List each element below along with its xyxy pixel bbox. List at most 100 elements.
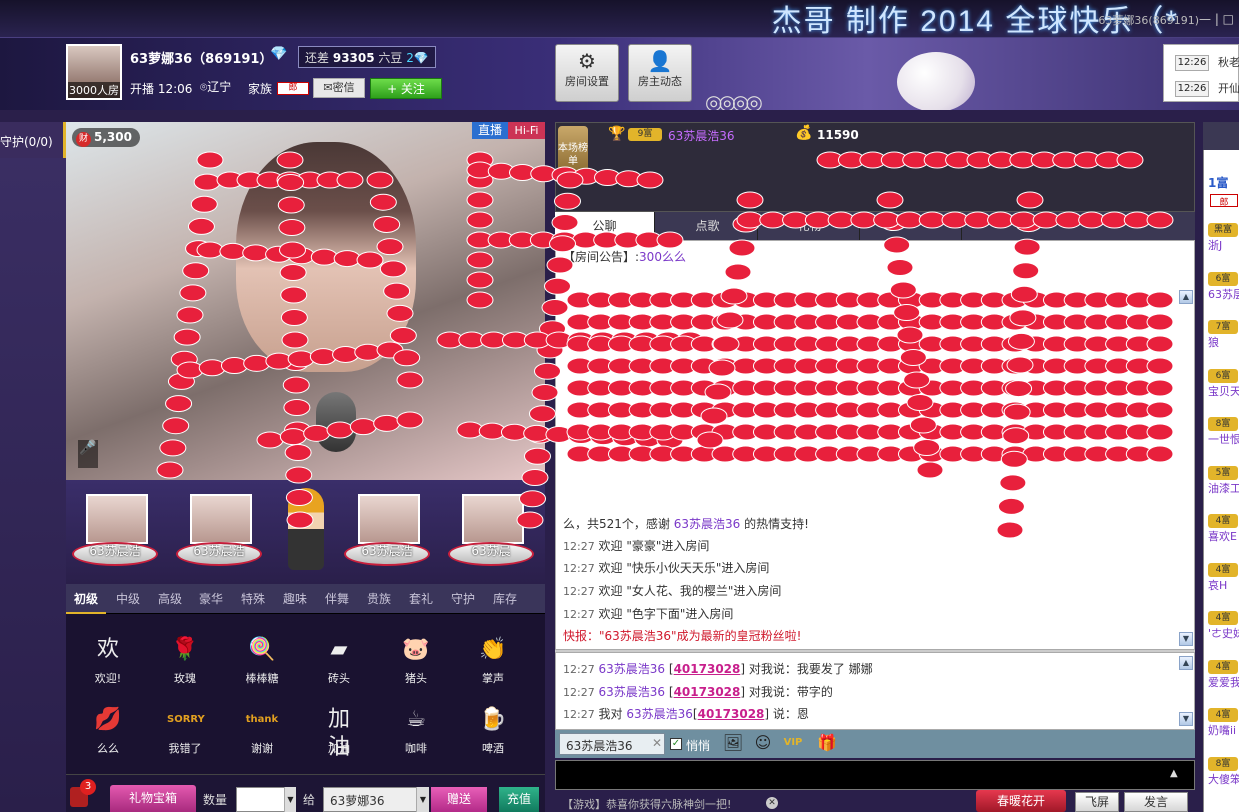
user-list-item[interactable]: 4富 奶嘴ii [1208, 707, 1239, 738]
welcome-text: 欢迎 "色字下面"进入房间 [598, 607, 734, 621]
tab-song-request[interactable]: 点歌 [658, 212, 758, 240]
hifi-tag[interactable]: Hi-Fi [508, 122, 545, 139]
tab-inventory[interactable]: 库存 [485, 584, 525, 614]
close-icon[interactable]: ✕ [766, 797, 778, 809]
microphone-icon[interactable]: 🎤 [78, 440, 98, 468]
rank-top-user[interactable]: 63苏晨浩36 [668, 127, 735, 144]
user-list-item[interactable]: 7富狼 [1208, 319, 1239, 350]
user-id-link[interactable]: 40173028 [674, 685, 741, 699]
window-controls[interactable]: — | □ [1199, 12, 1239, 32]
seat[interactable]: 63苏晨浩 [340, 484, 432, 576]
room-settings-button[interactable]: ⚙ 房间设置 [555, 44, 619, 102]
guard-tab[interactable]: 守护(0/0) [0, 122, 66, 158]
gift-box-button[interactable]: 礼物宝箱 [110, 785, 196, 812]
scroll-down-icon[interactable]: ▼ [1179, 712, 1193, 726]
notice-message[interactable]: 开仙 [1218, 80, 1239, 96]
recharge-button[interactable]: 充值 [499, 787, 539, 812]
tab-basic[interactable]: 初级 [66, 584, 106, 614]
whisper-checkbox[interactable]: ✓ [670, 738, 682, 750]
user-list-item[interactable]: 8富 大傻笨 [1208, 756, 1239, 787]
image-icon[interactable]: 🖼 [722, 733, 744, 753]
tab-special[interactable]: 特殊 [233, 584, 273, 614]
chat-username[interactable]: 63苏晨浩36 [626, 707, 693, 721]
notice-message[interactable]: 秋老 [1218, 54, 1239, 70]
live-video[interactable] [66, 122, 545, 480]
chevron-down-icon[interactable]: ▼ [284, 787, 296, 812]
tab-guard[interactable]: 守护 [443, 584, 483, 614]
recipient-select[interactable]: 63萝娜36 [323, 787, 429, 812]
gift-item[interactable]: 🍺 啤酒 [463, 706, 523, 766]
rank-level-badge: 9富 [628, 128, 662, 141]
user-list-item[interactable]: 5富 油漆工 [1208, 465, 1239, 496]
user-id-link[interactable]: 40173028 [698, 707, 765, 721]
user-list-item[interactable]: 6富 宝贝天 [1208, 368, 1239, 399]
emoji-icon[interactable]: ☺ [752, 733, 774, 753]
private-letter-button[interactable]: ✉密信 [313, 78, 365, 98]
chat-username[interactable]: 63苏晨浩36 [674, 517, 741, 531]
user-list-item[interactable]: 4富 'ㄜ史妹 [1208, 610, 1239, 641]
gift-item[interactable]: 🌹 玫瑰 [155, 636, 215, 696]
tab-high[interactable]: 高级 [150, 584, 190, 614]
coin-icon: 💰 [795, 125, 813, 141]
gift-item[interactable]: ☕ 咖啡 [386, 706, 446, 766]
tab-gifts[interactable]: 礼物 [760, 212, 860, 240]
gift-item[interactable]: 欢欢迎! [78, 636, 138, 696]
tab-other[interactable] [862, 212, 962, 240]
gift-item[interactable]: thank 谢谢 [232, 706, 292, 766]
follow-button[interactable]: + 关注 [370, 78, 442, 99]
diamond-small-icon: 💎 [413, 51, 429, 65]
rank-list-tag[interactable]: 本场榜单 [558, 126, 588, 174]
fly-screen-button[interactable]: 飞屏 [1075, 792, 1119, 812]
scroll-up-icon[interactable]: ▲ [1179, 656, 1193, 670]
user-list-item[interactable]: 4富 喜欢E [1208, 513, 1239, 544]
send-message-button[interactable]: 发言 [1124, 792, 1188, 812]
gift-item[interactable]: 👏 掌声 [463, 636, 523, 696]
close-icon[interactable]: ✕ [652, 736, 662, 750]
tab-set[interactable]: 套礼 [401, 584, 441, 614]
vip-icon[interactable]: VIP [782, 733, 804, 753]
chat-target-select[interactable]: 63苏晨浩36 [559, 733, 665, 755]
gift-label: 么么 [97, 742, 119, 755]
cartoon-avatar-image[interactable] [288, 488, 324, 570]
user-list-item[interactable]: 6富 63苏层 [1208, 271, 1239, 302]
gift-item[interactable]: 🐷 猪头 [386, 636, 446, 696]
tab-public-chat[interactable]: 公聊 [555, 212, 655, 240]
tab-noble[interactable]: 贵族 [359, 584, 399, 614]
seat[interactable]: 63苏晨浩 [172, 484, 264, 576]
expand-up-icon[interactable]: ▲ [1170, 768, 1178, 779]
chat-input[interactable] [555, 760, 1195, 790]
user-level-badge: 6富 [1208, 368, 1238, 383]
family-tag[interactable]: 郎 [277, 82, 309, 95]
user-list-item[interactable]: 黑富 浙J [1208, 222, 1239, 253]
chat-username[interactable]: 63苏晨浩36 [599, 685, 666, 699]
gift-item[interactable]: ▰ 砖头 [309, 636, 369, 696]
host-avatar[interactable]: 3000人房 [66, 44, 122, 100]
person-icon: 👤 [647, 49, 673, 73]
tab-luxury[interactable]: 豪华 [191, 584, 231, 614]
gift-item[interactable]: SORRY 我错了 [155, 706, 215, 766]
tab-mid[interactable]: 中级 [108, 584, 148, 614]
tab-dance[interactable]: 伴舞 [317, 584, 357, 614]
wealth-badge: 财 5,300 [72, 128, 140, 147]
chevron-down-icon[interactable]: ▼ [416, 787, 429, 812]
seat[interactable]: 63苏晨浩 [68, 484, 160, 576]
send-gift-button[interactable]: 赠送 [431, 787, 487, 812]
chat-message: 12:27 欢迎 "色字下面"进入房间 [563, 605, 733, 622]
scroll-down-icon[interactable]: ▼ [1179, 632, 1193, 646]
tab-fun[interactable]: 趣味 [275, 584, 315, 614]
host-name[interactable]: 63萝娜36（869191） [130, 48, 272, 67]
seat[interactable]: 63苏晨 [444, 484, 544, 576]
user-id-link[interactable]: 40173028 [674, 662, 741, 676]
flower-effect-button[interactable]: 春暖花开 [976, 790, 1066, 812]
gift-face-icon[interactable]: 🎁 [816, 733, 838, 753]
gift-item[interactable]: 加油 加油 [309, 706, 369, 766]
user-list-item[interactable]: 4富 爱爱我 [1208, 659, 1239, 690]
scroll-up-icon[interactable]: ▲ [1179, 290, 1193, 304]
user-list-top-level[interactable]: 1富 [1208, 174, 1228, 191]
gift-item[interactable]: 🍭 棒棒糖 [232, 636, 292, 696]
chat-username[interactable]: 63苏晨浩36 [599, 662, 666, 676]
host-feed-button[interactable]: 👤 房主动态 [628, 44, 692, 102]
user-list-item[interactable]: 4富 哀H [1208, 562, 1239, 593]
gift-item[interactable]: 💋 么么 [78, 706, 138, 766]
user-list-item[interactable]: 8富 一世恨 [1208, 416, 1239, 447]
